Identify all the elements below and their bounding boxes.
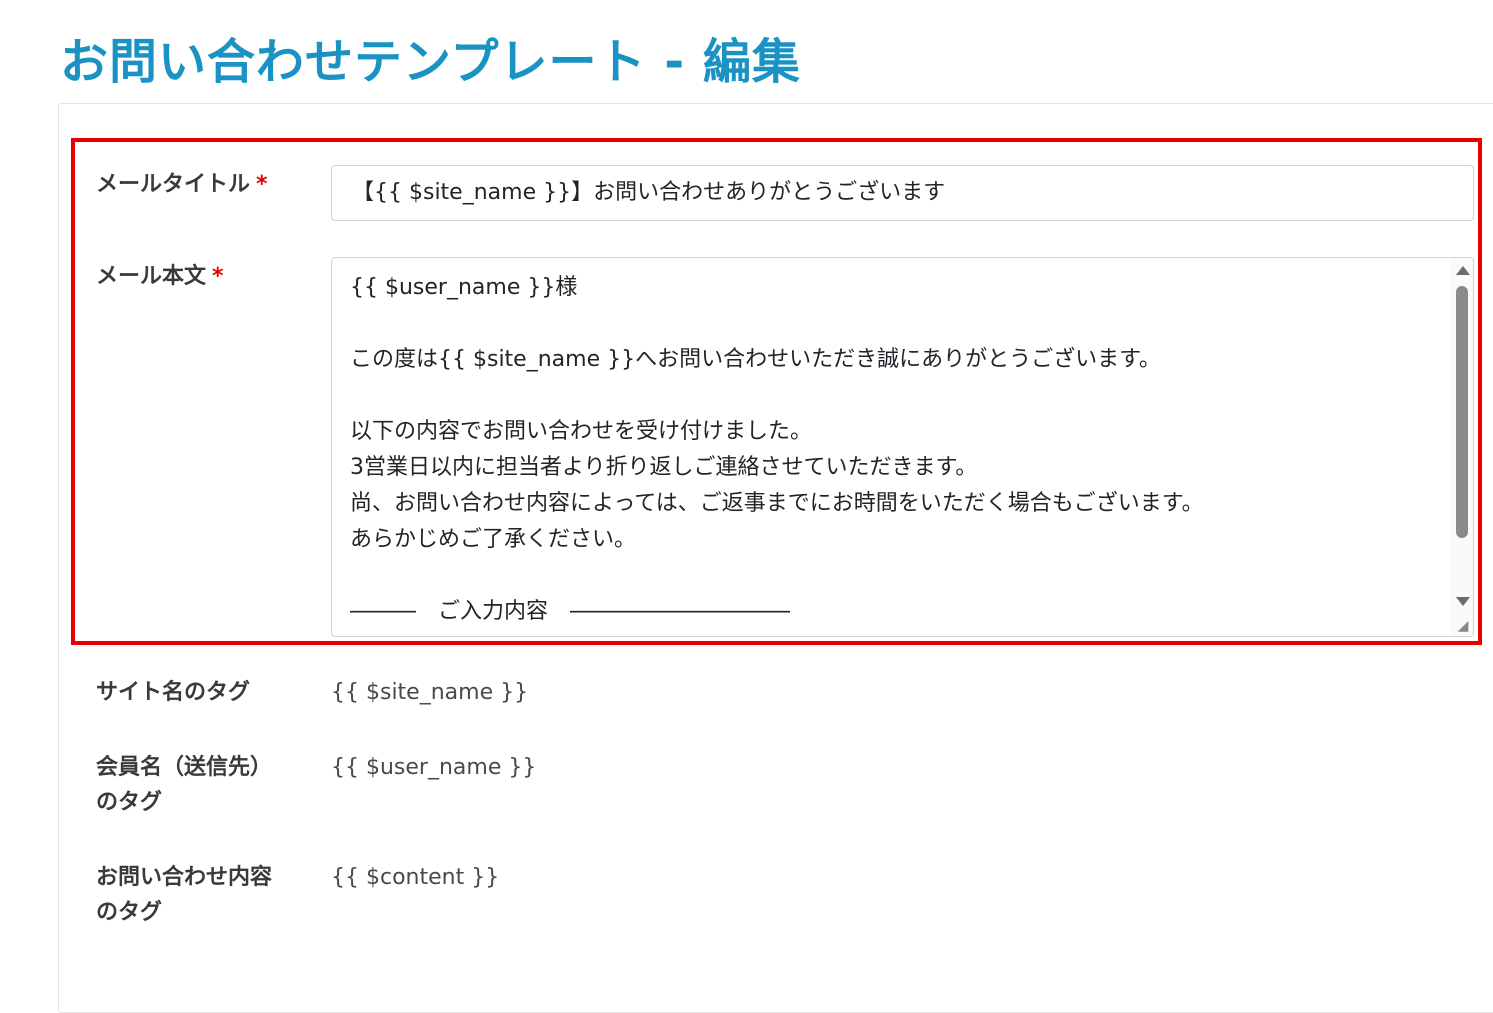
scrollbar-thumb[interactable] — [1456, 286, 1468, 538]
tag-label-user-name: 会員名（送信先） のタグ — [96, 755, 273, 815]
scroll-up-icon[interactable] — [1456, 266, 1470, 275]
mail-title-label: メールタイトル * — [96, 167, 268, 202]
required-mark: * — [256, 172, 268, 197]
scroll-down-icon[interactable] — [1456, 597, 1470, 606]
mail-title-label-text: メールタイトル — [96, 172, 251, 197]
mail-body-textarea[interactable]: {{ $user_name }}様 この度は{{ $site_name }}へお… — [331, 257, 1474, 637]
mail-body-label-text: メール本文 — [96, 264, 207, 289]
tag-value-content: {{ $content }} — [331, 865, 500, 890]
mail-title-input[interactable]: 【{{ $site_name }}】お問い合わせありがとうございます — [331, 165, 1474, 221]
textarea-scrollbar[interactable] — [1451, 258, 1473, 636]
tag-label-content: お問い合わせ内容 のタグ — [96, 865, 273, 925]
required-mark: * — [212, 264, 224, 289]
mail-body-label: メール本文 * — [96, 259, 224, 294]
page-title: お問い合わせテンプレート - 編集 — [60, 34, 801, 90]
tag-value-user-name: {{ $user_name }} — [331, 755, 537, 780]
tag-label-site-name: サイト名のタグ — [96, 680, 251, 705]
resize-grip-icon[interactable]: ◢ — [1455, 618, 1471, 634]
tag-value-site-name: {{ $site_name }} — [331, 680, 529, 705]
mail-body-text: {{ $user_name }}様 この度は{{ $site_name }}へお… — [350, 275, 1204, 624]
